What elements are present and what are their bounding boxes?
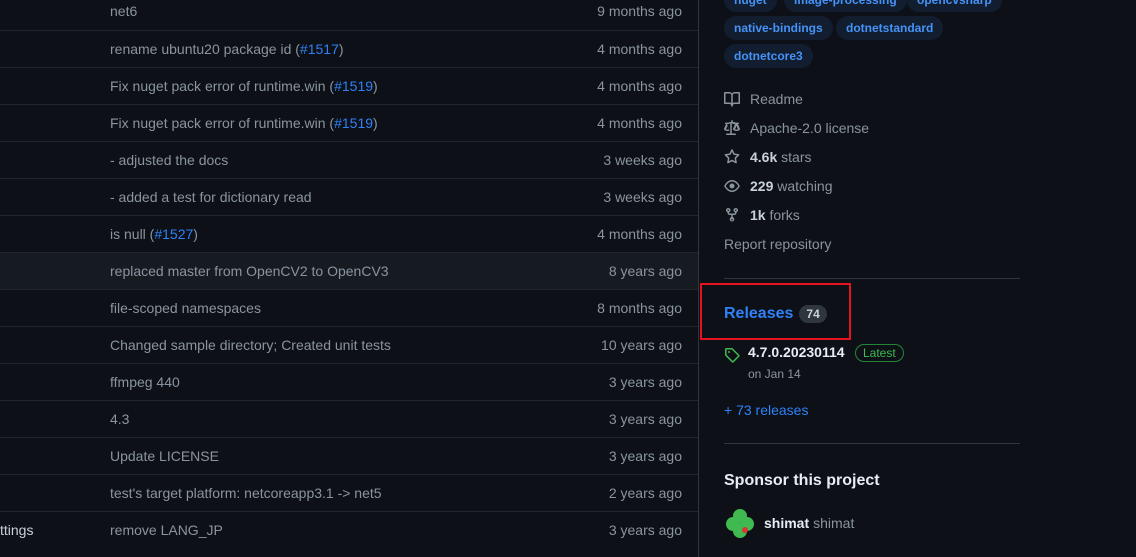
book-icon [724,91,740,107]
file-row[interactable]: file-scoped namespaces 8 months ago [0,289,698,326]
commit-message[interactable]: Changed sample directory; Created unit t… [110,337,391,353]
topic-tag[interactable]: dotnetcore3 [724,44,813,68]
releases-highlight-box [700,283,851,340]
commit-message[interactable]: - adjusted the docs [110,152,228,168]
commit-message[interactable]: 4.3 [110,411,129,427]
file-row[interactable]: ttings remove LANG_JP 3 years ago [0,511,698,548]
pr-link[interactable]: #1519 [334,78,373,94]
commit-message[interactable]: Fix nuget pack error of runtime.win (#15… [110,115,378,131]
forks-link[interactable]: 1k forks [724,205,800,225]
commit-age: 8 months ago [597,300,682,316]
about-sidebar: nuget image-processing opencvsharp nativ… [724,0,1020,557]
commit-message[interactable]: is null (#1527) [110,226,198,242]
commit-age: 3 years ago [608,374,682,390]
fork-icon [726,207,738,222]
license-label: Apache-2.0 license [750,120,870,136]
commit-message[interactable]: rename ubuntu20 package id (#1517) [110,41,344,57]
pr-link[interactable]: #1527 [154,226,193,242]
file-row[interactable]: Update LICENSE 3 years ago [0,437,698,474]
sponsor-login[interactable]: shimat [764,515,809,531]
forks-label: forks [769,207,800,223]
commit-message[interactable]: net6 [110,3,137,19]
commit-message[interactable]: replaced master from OpenCV2 to OpenCV3 [110,263,389,279]
tag-icon [725,348,740,363]
file-row[interactable]: Fix nuget pack error of runtime.win (#15… [0,67,698,104]
commit-age: 4 months ago [597,41,682,57]
file-row[interactable]: is null (#1527) 4 months ago [0,215,698,252]
readme-label: Readme [750,91,803,107]
release-name[interactable]: 4.7.0.20230114 [748,344,845,360]
file-row[interactable]: net6 9 months ago [0,0,698,30]
commit-age: 8 years ago [608,263,682,279]
commit-message[interactable]: ffmpeg 440 [110,374,180,390]
commit-message[interactable]: - added a test for dictionary read [110,189,312,205]
file-row[interactable]: - added a test for dictionary read 3 wee… [0,178,698,215]
pr-link[interactable]: #1519 [334,115,373,131]
report-repository-link[interactable]: Report repository [724,234,831,254]
law-icon [724,120,740,135]
commit-age: 10 years ago [601,337,682,353]
sponsor-title: Sponsor this project [724,472,880,489]
eye-icon [724,180,740,192]
commit-age: 3 weeks ago [603,189,682,205]
commit-age: 4 months ago [597,115,682,131]
release-date: on Jan 14 [748,367,801,381]
divider [724,443,1020,444]
file-row[interactable]: ffmpeg 440 3 years ago [0,363,698,400]
commit-age: 4 months ago [597,78,682,94]
report-label: Report repository [724,236,832,252]
commit-message[interactable]: file-scoped namespaces [110,300,261,316]
sponsor-username: shimat [813,515,855,531]
star-icon [724,149,740,164]
topic-tag[interactable]: native-bindings [724,16,833,40]
commit-age: 2 years ago [608,485,682,501]
latest-badge: Latest [855,344,904,362]
more-releases-link[interactable]: + 73 releases [724,402,808,418]
file-row[interactable]: replaced master from OpenCV2 to OpenCV3 … [0,252,698,289]
watching-label: watching [777,178,833,194]
stars-count: 4.6k [750,149,778,165]
file-row[interactable]: - adjusted the docs 3 weeks ago [0,141,698,178]
forks-count: 1k [750,207,766,223]
avatar[interactable] [724,507,756,539]
commit-message[interactable]: Update LICENSE [110,448,219,464]
commit-age: 3 years ago [608,448,682,464]
commit-age: 3 years ago [608,522,682,538]
latest-release[interactable]: 4.7.0.20230114 Latest on Jan 14 [724,344,904,381]
file-name[interactable]: ttings [0,522,33,538]
file-list: net6 9 months ago rename ubuntu20 packag… [0,0,699,557]
topic-tag[interactable]: dotnetstandard [836,16,944,40]
file-row[interactable]: 4.3 3 years ago [0,400,698,437]
commit-age: 3 weeks ago [603,152,682,168]
commit-message[interactable]: remove LANG_JP [110,522,223,538]
commit-age: 4 months ago [597,226,682,242]
topic-tag[interactable]: nuget [724,0,777,12]
sponsor-entry[interactable]: shimat shimat [724,507,854,539]
commit-message[interactable]: test's target platform: netcoreapp3.1 ->… [110,485,382,501]
commit-age: 3 years ago [608,411,682,427]
watchers-link[interactable]: 229 watching [724,176,833,196]
file-row[interactable]: Changed sample directory; Created unit t… [0,326,698,363]
watching-count: 229 [750,178,774,194]
stars-label: stars [781,149,812,165]
divider [724,278,1020,279]
topic-tag[interactable]: image-processing [784,0,907,12]
license-link[interactable]: Apache-2.0 license [724,118,869,138]
commit-message[interactable]: Fix nuget pack error of runtime.win (#15… [110,78,378,94]
readme-link[interactable]: Readme [724,89,803,109]
file-row[interactable]: rename ubuntu20 package id (#1517) 4 mon… [0,30,698,67]
topic-tag[interactable]: opencvsharp [907,0,1002,12]
pr-link[interactable]: #1517 [300,41,339,57]
file-row[interactable]: test's target platform: netcoreapp3.1 ->… [0,474,698,511]
commit-age: 9 months ago [597,3,682,19]
file-row[interactable]: Fix nuget pack error of runtime.win (#15… [0,104,698,141]
stars-link[interactable]: 4.6k stars [724,147,811,167]
